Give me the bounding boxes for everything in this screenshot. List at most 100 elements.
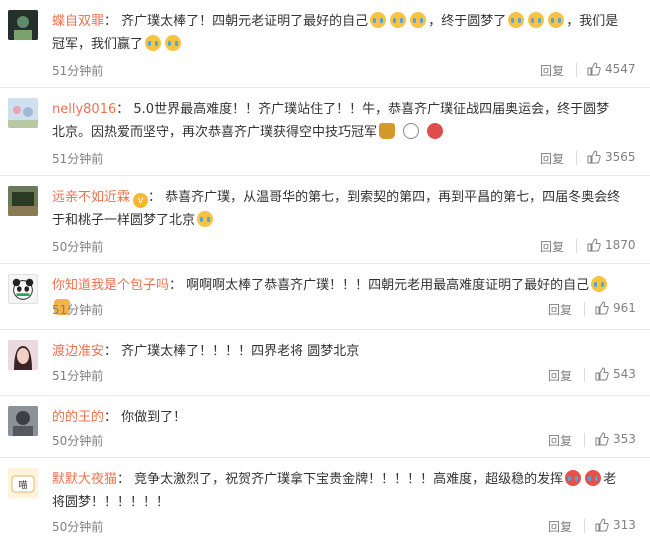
thumbs-up-icon [595, 301, 609, 315]
timestamp: 51分钟前 [52, 64, 104, 78]
comment-body: 你做到了！ [121, 410, 187, 425]
reply-button[interactable]: 回复 [540, 150, 564, 167]
avatar[interactable] [8, 406, 38, 436]
tear-emoji-icon [370, 12, 387, 28]
comment-body: 齐广璞太棒了！四朝元老证明了最好的自己 [121, 14, 369, 29]
avatar[interactable] [8, 10, 38, 40]
tear-emoji-icon [145, 35, 162, 51]
avatar[interactable] [8, 98, 38, 128]
cheering-emoji-icon [585, 470, 602, 486]
tear-emoji-icon [197, 211, 214, 227]
comment-item: 喵 默默大夜猫： 竞争太激烈了，祝贺齐广璞拿下宝贵金牌！！！！！高难度，超级稳的… [0, 458, 650, 546]
separator: ： [148, 190, 162, 205]
like-button[interactable]: 1870 [587, 238, 636, 252]
like-button[interactable]: 543 [595, 367, 636, 381]
comment-item: 你知道我是个包子吗： 啊啊啊太棒了恭喜齐广璞！！！四朝元老用最高难度证明了最好的… [0, 264, 650, 330]
thumbs-up-icon [595, 367, 609, 381]
tear-emoji-icon [410, 12, 427, 28]
comment-text: 默默大夜猫： 竞争太激烈了，祝贺齐广璞拿下宝贵金牌！！！！！高难度，超级稳的发挥… [52, 468, 622, 514]
timestamp: 50分钟前 [52, 434, 104, 448]
separator: ： [117, 472, 131, 487]
divider [584, 368, 585, 382]
tear-emoji-icon [390, 12, 407, 28]
username-link[interactable]: 蝶自双罪 [52, 14, 104, 29]
thumbs-up-icon [587, 238, 601, 252]
comment-text: 的的王的： 你做到了！ [52, 406, 622, 429]
mushroom-emoji-icon [427, 123, 444, 139]
timestamp: 51分钟前 [52, 303, 104, 317]
thumbs-up-icon [587, 62, 601, 76]
divider [584, 519, 585, 533]
tear-emoji-icon [508, 12, 525, 28]
comment-body: ，终于圆梦了 [428, 14, 507, 29]
reply-button[interactable]: 回复 [540, 238, 564, 255]
comment-body: 啊啊啊太棒了恭喜齐广璞！！！四朝元老用最高难度证明了最好的自己 [186, 278, 590, 293]
avatar[interactable] [8, 186, 38, 216]
tear-emoji-icon [165, 35, 182, 51]
tear-emoji-icon [528, 12, 545, 28]
username-link[interactable]: 你知道我是个包子吗 [52, 278, 169, 293]
like-count: 961 [613, 301, 636, 315]
tear-emoji-icon [591, 276, 608, 292]
comment-body: 竞争太激烈了，祝贺齐广璞拿下宝贵金牌！！！！！高难度，超级稳的发挥 [134, 472, 564, 487]
thumbs-up-icon [595, 518, 609, 532]
comment-text: 你知道我是个包子吗： 啊啊啊太棒了恭喜齐广璞！！！四朝元老用最高难度证明了最好的… [52, 274, 622, 320]
panda-emoji-icon [403, 123, 420, 139]
like-count: 3565 [605, 150, 636, 164]
username-link[interactable]: 渡边准安 [52, 344, 104, 359]
comment-list: 蝶自双罪： 齐广璞太棒了！四朝元老证明了最好的自己 ，终于圆梦了 ，我们是冠军，我们… [0, 0, 650, 546]
reply-button[interactable]: 回复 [548, 518, 572, 535]
svg-text:喵: 喵 [18, 480, 27, 491]
like-button[interactable]: 313 [595, 518, 636, 532]
username-link[interactable]: 远亲不如近霖 [52, 190, 130, 205]
reply-button[interactable]: 回复 [548, 367, 572, 384]
trophy-emoji-icon [379, 123, 396, 139]
comment-text: 蝶自双罪： 齐广璞太棒了！四朝元老证明了最好的自己 ，终于圆梦了 ，我们是冠军，我们… [52, 10, 622, 56]
separator: ： [104, 410, 118, 425]
tear-emoji-icon [548, 12, 565, 28]
like-count: 543 [613, 367, 636, 381]
separator: ： [116, 102, 130, 117]
comment-body: 齐广璞太棒了！！！！四界老将 圆梦北京 [121, 344, 360, 359]
like-count: 4547 [605, 62, 636, 76]
thumbs-up-icon [595, 432, 609, 446]
thumbs-up-icon [587, 150, 601, 164]
like-button[interactable]: 353 [595, 432, 636, 446]
like-button[interactable]: 3565 [587, 150, 636, 164]
username-link[interactable]: 默默大夜猫 [52, 472, 117, 487]
comment-body: 5.0世界最高难度！！齐广璞站住了！！牛，恭喜齐广璞征战四届奥运会，终于圆梦北京… [52, 102, 610, 140]
timestamp: 51分钟前 [52, 152, 104, 166]
divider [576, 63, 577, 77]
timestamp: 51分钟前 [52, 369, 104, 383]
comment-text: 远亲不如近霖 v： 恭喜齐广璞，从温哥华的第七，到索契的第四，再到平昌的第七，四届… [52, 186, 622, 232]
avatar[interactable] [8, 274, 38, 304]
avatar[interactable]: 喵 [8, 468, 38, 498]
comment-item: 渡边准安： 齐广璞太棒了！！！！四界老将 圆梦北京 51分钟前 回复 543 [0, 330, 650, 396]
comment-item: 远亲不如近霖 v： 恭喜齐广璞，从温哥华的第七，到索契的第四，再到平昌的第七，四届… [0, 176, 650, 264]
avatar[interactable] [8, 340, 38, 370]
comment-text: nelly8016： 5.0世界最高难度！！齐广璞站住了！！牛，恭喜齐广璞征战四… [52, 98, 622, 144]
separator: ： [104, 14, 118, 29]
vip-badge-icon: v [133, 193, 149, 208]
comment-item: 蝶自双罪： 齐广璞太棒了！四朝元老证明了最好的自己 ，终于圆梦了 ，我们是冠军，我们… [0, 0, 650, 88]
divider [584, 302, 585, 316]
like-count: 1870 [605, 238, 636, 252]
reply-button[interactable]: 回复 [548, 432, 572, 449]
divider [576, 239, 577, 253]
timestamp: 50分钟前 [52, 520, 104, 534]
reply-button[interactable]: 回复 [548, 301, 572, 318]
divider [584, 433, 585, 447]
separator: ： [104, 344, 118, 359]
cheering-emoji-icon [565, 470, 582, 486]
username-link[interactable]: 的的王的 [52, 410, 104, 425]
reply-button[interactable]: 回复 [540, 62, 564, 79]
divider [576, 151, 577, 165]
comment-item: 的的王的： 你做到了！ 50分钟前 回复 353 [0, 396, 650, 458]
like-count: 353 [613, 432, 636, 446]
separator: ： [169, 278, 183, 293]
username-link[interactable]: nelly8016 [52, 102, 116, 117]
timestamp: 50分钟前 [52, 240, 104, 254]
like-button[interactable]: 961 [595, 301, 636, 315]
like-button[interactable]: 4547 [587, 62, 636, 76]
comment-text: 渡边准安： 齐广璞太棒了！！！！四界老将 圆梦北京 [52, 340, 622, 363]
